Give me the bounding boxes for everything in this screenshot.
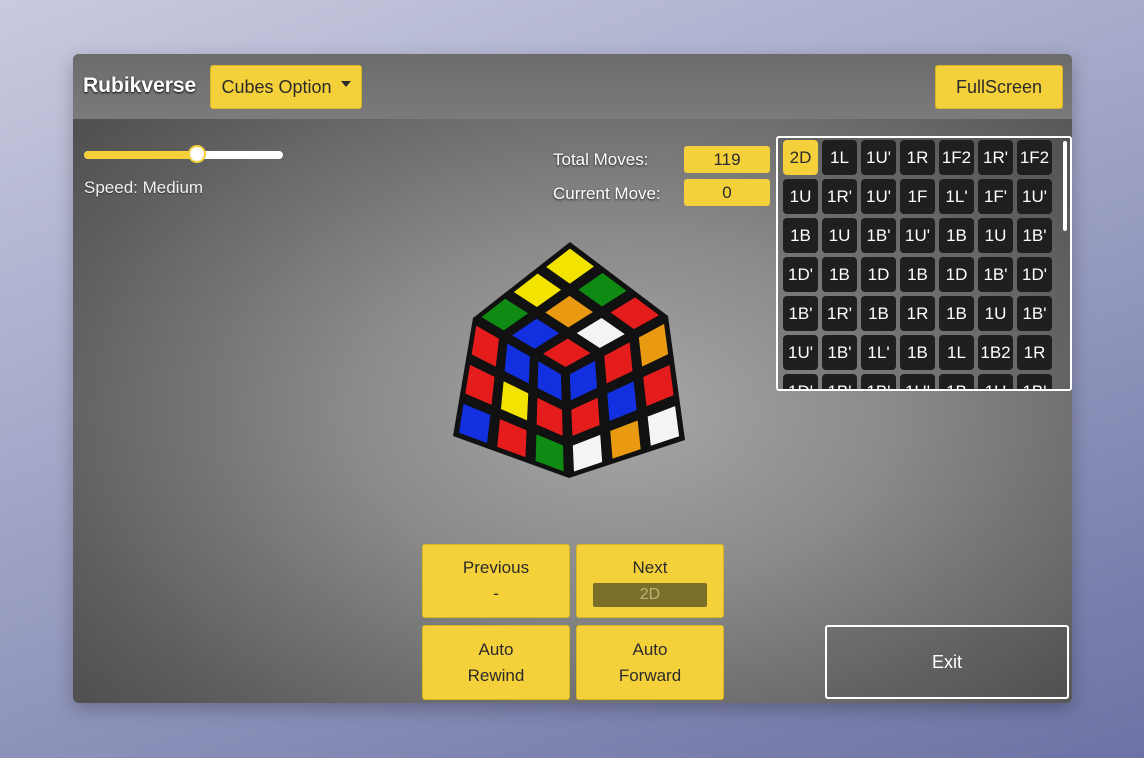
move-chip[interactable]: 1R [900, 296, 935, 331]
next-button[interactable]: Next 2D [576, 544, 724, 618]
move-chip[interactable]: 1L' [861, 335, 896, 370]
move-chip[interactable]: 1B [939, 218, 974, 253]
auto-rewind-line1: Auto [478, 639, 514, 659]
move-chip[interactable]: 1D' [1017, 257, 1052, 292]
exit-button[interactable]: Exit [825, 625, 1069, 699]
move-chip[interactable]: 1B [861, 296, 896, 331]
move-chip[interactable]: 1U [978, 374, 1013, 389]
move-chip[interactable]: 1U [783, 179, 818, 214]
auto-forward-line1: Auto [632, 639, 668, 659]
speed-slider-thumb[interactable] [188, 145, 207, 163]
move-chip[interactable]: 1B' [1017, 218, 1052, 253]
app-brand: Rubikverse [83, 74, 197, 97]
move-chip[interactable]: 1B [822, 257, 857, 292]
move-chip[interactable]: 1U' [1017, 179, 1052, 214]
move-chip[interactable]: 2D [783, 140, 818, 175]
move-chip[interactable]: 1B' [861, 218, 896, 253]
caret-down-icon [340, 81, 351, 87]
cubes-option-dropdown[interactable]: Cubes Option [210, 65, 362, 109]
moves-grid: 2D 1L 1U' 1R 1F2 1R' 1F2 1U 1R' 1U' 1F 1L' 1F' 1U' 1B 1… [783, 140, 1052, 389]
auto-forward-button[interactable]: Auto Forward [576, 625, 724, 700]
move-chip[interactable]: 1B [939, 374, 974, 389]
auto-rewind-line2: Rewind [467, 665, 525, 685]
move-chip[interactable]: 1F2 [939, 140, 974, 175]
total-moves-value: 119 [684, 146, 770, 173]
move-chip[interactable]: 1R' [978, 140, 1013, 175]
move-chip[interactable]: 1L [822, 140, 857, 175]
auto-forward-line2: Forward [618, 665, 682, 685]
move-chip[interactable]: 1U' [900, 218, 935, 253]
move-chip[interactable]: 1B [900, 335, 935, 370]
move-chip[interactable]: 1U' [783, 335, 818, 370]
previous-button[interactable]: Previous - [422, 544, 570, 618]
move-chip[interactable]: 1B' [978, 257, 1013, 292]
moves-scrollbar[interactable] [1063, 141, 1067, 231]
previous-label: Previous [462, 558, 530, 577]
next-label: Next [632, 558, 668, 577]
move-chip[interactable]: 1R' [822, 296, 857, 331]
move-chip[interactable]: 1R [900, 140, 935, 175]
move-chip[interactable]: 1D [861, 257, 896, 292]
move-chip[interactable]: 1U' [861, 179, 896, 214]
move-chip[interactable]: 1B' [1017, 374, 1052, 389]
fullscreen-button[interactable]: FullScreen [935, 65, 1063, 109]
move-chip[interactable]: 1R' [822, 179, 857, 214]
speed-label: Speed: Medium [84, 178, 204, 197]
move-chip[interactable]: 1B' [822, 374, 857, 389]
move-chip[interactable]: 1R [1017, 335, 1052, 370]
speed-slider-fill [84, 151, 198, 159]
rubiks-cube-3d[interactable] [453, 240, 693, 485]
move-chip[interactable]: 1F' [978, 179, 1013, 214]
total-moves-label: Total Moves: [553, 150, 649, 169]
move-chip[interactable]: 1B' [822, 335, 857, 370]
auto-rewind-button[interactable]: Auto Rewind [422, 625, 570, 700]
speed-slider[interactable] [84, 145, 283, 163]
app-window: Rubikverse Cubes Option FullScreen Speed… [73, 54, 1072, 703]
move-chip[interactable]: 1B [939, 296, 974, 331]
move-chip[interactable]: 1D' [783, 257, 818, 292]
move-chip[interactable]: 1U [978, 296, 1013, 331]
move-chip[interactable]: 1F [900, 179, 935, 214]
move-chip[interactable]: 1U' [861, 140, 896, 175]
current-move-label: Current Move: [553, 184, 661, 203]
move-chip[interactable]: 1U' [900, 374, 935, 389]
move-chip[interactable]: 1B [783, 218, 818, 253]
top-bar: Rubikverse Cubes Option FullScreen [73, 54, 1072, 119]
move-chip[interactable]: 1F2 [1017, 140, 1052, 175]
move-chip[interactable]: 1B' [861, 374, 896, 389]
move-chip[interactable]: 1L [939, 335, 974, 370]
move-chip[interactable]: 1D [939, 257, 974, 292]
move-chip[interactable]: 1D' [783, 374, 818, 389]
next-move: 2D [593, 583, 707, 607]
move-chip[interactable]: 1L' [939, 179, 974, 214]
previous-move: - [493, 584, 499, 603]
move-chip[interactable]: 1B' [1017, 296, 1052, 331]
move-chip[interactable]: 1B2 [978, 335, 1013, 370]
moves-list-panel[interactable]: 2D 1L 1U' 1R 1F2 1R' 1F2 1U 1R' 1U' 1F 1L' 1F' 1U' 1B 1… [776, 136, 1072, 391]
move-chip[interactable]: 1B' [783, 296, 818, 331]
current-move-value: 0 [684, 179, 770, 206]
cubes-option-label: Cubes Option [221, 76, 332, 97]
move-chip[interactable]: 1U [822, 218, 857, 253]
move-chip[interactable]: 1B [900, 257, 935, 292]
move-chip[interactable]: 1U [978, 218, 1013, 253]
